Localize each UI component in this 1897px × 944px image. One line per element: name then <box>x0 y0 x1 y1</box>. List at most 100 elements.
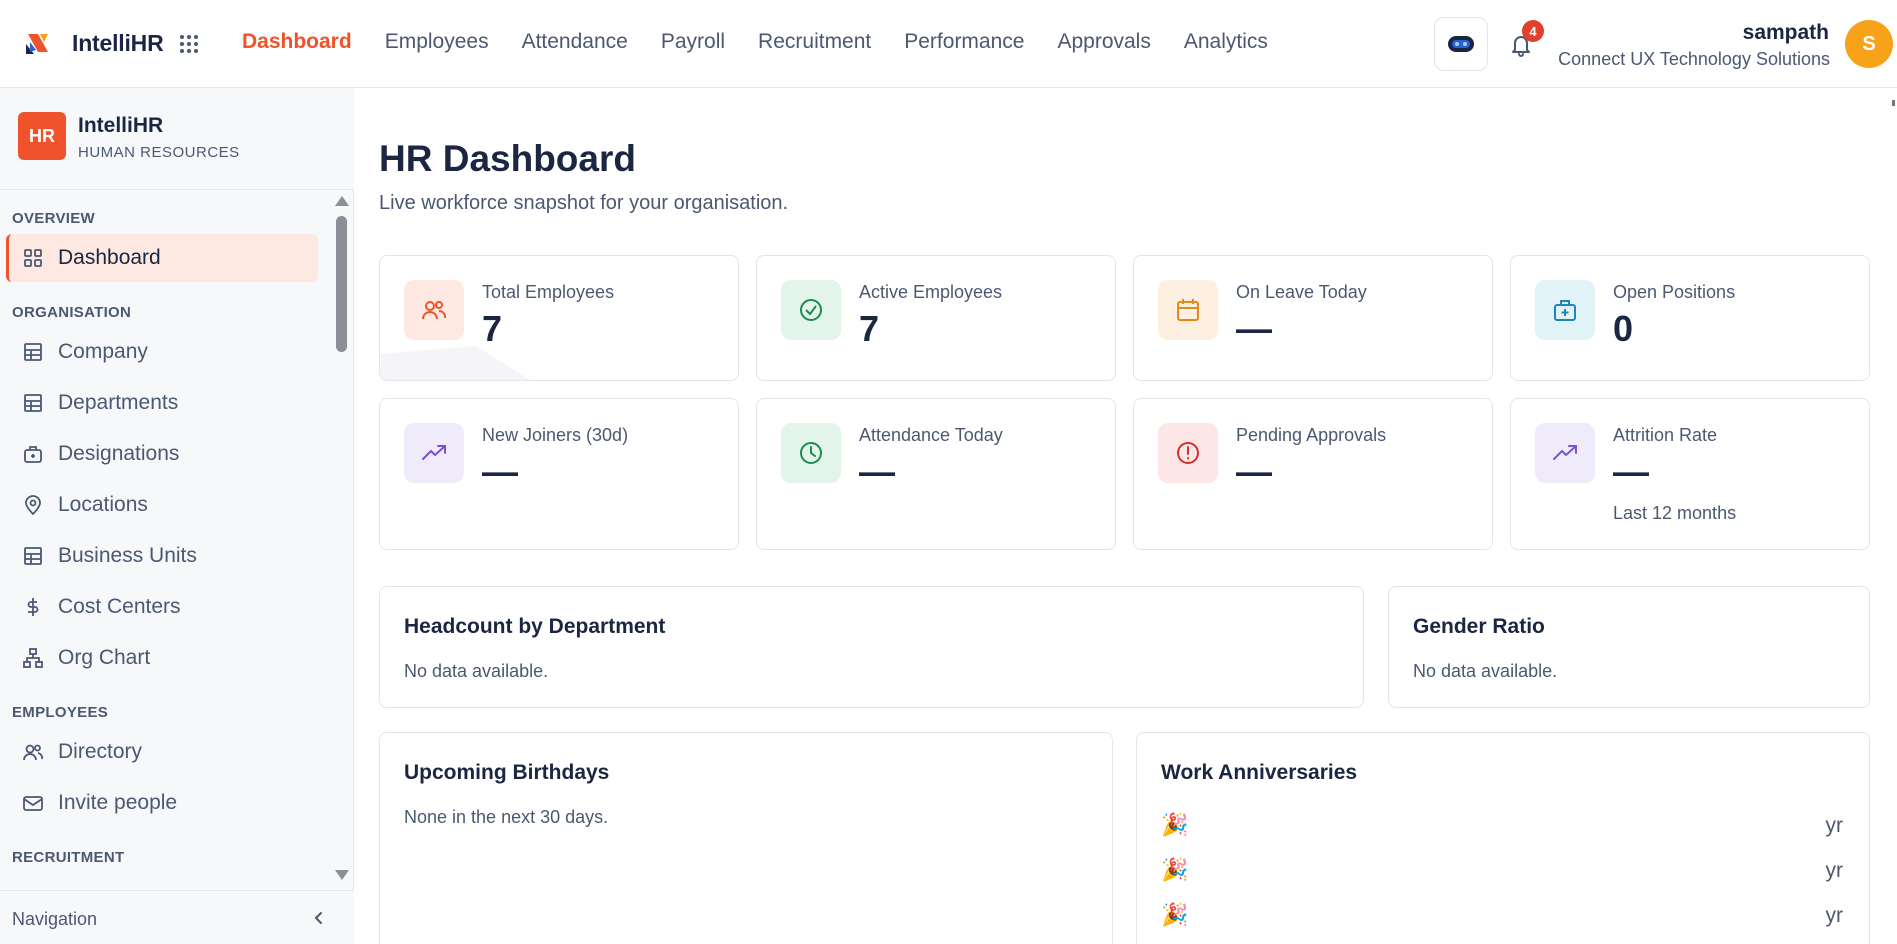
sidebar-item-label: Directory <box>58 740 143 763</box>
brand-name[interactable]: IntelliHR <box>72 30 164 57</box>
avatar[interactable]: S <box>1845 20 1893 68</box>
stat-card-attendance-today[interactable]: Attendance Today — <box>756 398 1116 550</box>
sidebar-item-label: Company <box>58 340 148 363</box>
page-scroll-indicator[interactable] <box>1892 100 1895 106</box>
check-circle-icon <box>781 280 841 340</box>
page-subtitle: Live workforce snapshot for your organis… <box>379 192 789 214</box>
stat-card-active-employees[interactable]: Active Employees 7 <box>756 255 1116 381</box>
panel-title: Upcoming Birthdays <box>404 761 610 784</box>
stat-label: Attendance Today <box>859 425 1003 445</box>
map-pin-icon <box>25 495 41 516</box>
top-nav-performance[interactable]: Performance <box>904 30 1024 54</box>
stat-card-open-positions[interactable]: Open Positions 0 <box>1510 255 1870 381</box>
stat-label: Active Employees <box>859 282 1003 302</box>
sidebar-item-locations[interactable]: Locations <box>6 481 318 529</box>
stat-card-attrition-rate[interactable]: Attrition Rate — Last 12 months <box>1510 398 1870 550</box>
brand-logo-icon[interactable] <box>24 30 52 58</box>
scroll-up-arrow[interactable] <box>335 196 349 206</box>
sidebar-header: HR IntelliHR HUMAN RESOURCES <box>0 88 354 190</box>
sidebar-item-label: Locations <box>58 493 148 516</box>
sidebar-item-departments[interactable]: Departments <box>6 379 318 427</box>
stat-label: Pending Approvals <box>1236 425 1387 445</box>
headcount-by-department-panel: Headcount by Department No data availabl… <box>379 586 1364 708</box>
top-nav-approvals[interactable]: Approvals <box>1057 30 1150 54</box>
stat-label: Open Positions <box>1613 282 1736 302</box>
stat-value: 7 <box>482 308 503 349</box>
ai-assistant-button[interactable] <box>1434 17 1488 71</box>
panel-title: Headcount by Department <box>404 615 666 638</box>
sidebar-item-business-units[interactable]: Business Units <box>6 532 318 580</box>
empty-state-text: None in the next 30 days. <box>404 807 609 827</box>
sidebar-subtitle: HUMAN RESOURCES <box>78 144 240 161</box>
sidebar-item-designations[interactable]: Designations <box>6 430 318 478</box>
sidebar-section-organisation: ORGANISATION <box>12 304 132 321</box>
sidebar-section-recruitment: RECRUITMENT <box>12 849 125 866</box>
calendar-icon <box>1158 280 1218 340</box>
stat-value: 7 <box>859 308 880 349</box>
sidebar: HR IntelliHR HUMAN RESOURCES OVERVIEW Da… <box>0 88 354 944</box>
mail-icon <box>23 796 43 811</box>
org-chart-icon <box>23 648 43 668</box>
stat-label: On Leave Today <box>1236 282 1367 302</box>
alert-circle-icon <box>1158 423 1218 483</box>
top-nav-attendance[interactable]: Attendance <box>522 30 628 54</box>
user-name[interactable]: sampath <box>1743 21 1829 45</box>
sidebar-item-label: Invite people <box>58 791 178 814</box>
empty-state-text: No data available. <box>1413 661 1558 681</box>
top-nav-payroll[interactable]: Payroll <box>661 30 725 54</box>
top-nav-dashboard[interactable]: Dashboard <box>242 30 352 54</box>
card-decoration <box>380 346 540 380</box>
users-icon <box>23 744 43 761</box>
briefcase-icon <box>24 446 42 463</box>
empty-state-text: No data available. <box>404 661 549 681</box>
top-nav-employees[interactable]: Employees <box>385 30 489 54</box>
stat-value: — <box>1236 451 1272 492</box>
list-item[interactable]: 🎉 yr <box>1161 902 1843 932</box>
building-icon <box>24 547 42 565</box>
sidebar-scrollbar-thumb[interactable] <box>336 216 347 352</box>
top-nav-recruitment[interactable]: Recruitment <box>758 30 871 54</box>
grid-icon <box>24 249 42 267</box>
sidebar-item-directory[interactable]: Directory <box>6 728 318 776</box>
dollar-icon <box>27 598 39 616</box>
sidebar-item-invite-people[interactable]: Invite people <box>6 779 318 827</box>
stat-card-new-joiners[interactable]: New Joiners (30d) — <box>379 398 739 550</box>
chevron-left-icon[interactable] <box>310 909 328 927</box>
top-bar: IntelliHR Dashboard Employees Attendance… <box>0 0 1897 88</box>
stat-value: — <box>859 451 895 492</box>
anniversary-years: yr <box>1825 814 1844 837</box>
stat-note: Last 12 months <box>1613 503 1737 523</box>
stat-card-pending-approvals[interactable]: Pending Approvals — <box>1133 398 1493 550</box>
apps-grid-icon[interactable] <box>178 33 200 55</box>
panel-title: Work Anniversaries <box>1161 761 1358 784</box>
sidebar-item-label: Departments <box>58 391 179 414</box>
sidebar-item-cost-centers[interactable]: Cost Centers <box>6 583 318 631</box>
trending-up-icon <box>1535 423 1595 483</box>
sidebar-item-label: Cost Centers <box>58 595 181 618</box>
top-nav: Dashboard Employees Attendance Payroll R… <box>242 30 1301 54</box>
list-item[interactable]: 🎉 yr <box>1161 857 1843 887</box>
anniversary-years: yr <box>1825 904 1844 927</box>
users-icon <box>404 280 464 340</box>
stat-card-on-leave-today[interactable]: On Leave Today — <box>1133 255 1493 381</box>
party-popper-icon: 🎉 <box>1161 857 1189 882</box>
sidebar-item-label: Business Units <box>58 544 197 567</box>
sidebar-item-org-chart[interactable]: Org Chart <box>6 634 318 682</box>
building-icon <box>24 394 42 412</box>
sidebar-scroll-area[interactable]: OVERVIEW Dashboard ORGANISATION Company … <box>0 190 340 890</box>
scroll-down-arrow[interactable] <box>335 870 349 880</box>
sidebar-item-dashboard[interactable]: Dashboard <box>6 234 318 282</box>
list-item[interactable]: 🎉 yr <box>1161 812 1843 842</box>
stat-label: Attrition Rate <box>1613 425 1718 445</box>
sidebar-item-company[interactable]: Company <box>6 328 318 376</box>
stat-card-total-employees[interactable]: Total Employees 7 <box>379 255 739 381</box>
notification-badge: 4 <box>1522 20 1544 42</box>
stat-value: — <box>1613 451 1649 492</box>
sidebar-item-label: Designations <box>58 442 180 465</box>
sidebar-section-employees: EMPLOYEES <box>12 704 109 721</box>
user-org: Connect UX Technology Solutions <box>1558 49 1830 69</box>
top-nav-analytics[interactable]: Analytics <box>1184 30 1268 54</box>
page-title: HR Dashboard <box>379 138 636 179</box>
sidebar-logo: HR <box>18 112 66 160</box>
work-anniversaries-panel: Work Anniversaries 🎉 yr 🎉 yr 🎉 yr <box>1136 732 1870 944</box>
